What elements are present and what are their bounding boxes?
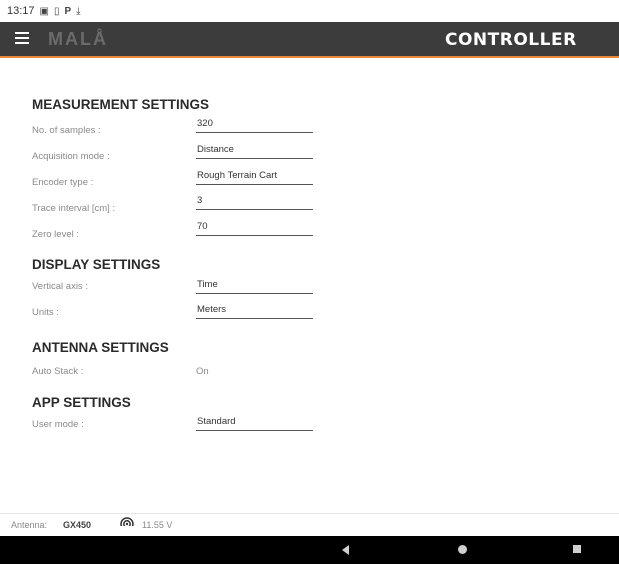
menu-icon[interactable] <box>15 32 29 45</box>
trace-interval-field[interactable]: 3 <box>196 194 313 210</box>
sim-icon: ▯ <box>53 5 60 17</box>
encoder-type-label: Encoder type : <box>32 177 94 188</box>
back-icon[interactable] <box>342 545 349 555</box>
app-bar: MALÅ CONTROLLER <box>0 22 619 58</box>
mala-logo: MALÅ <box>48 29 108 49</box>
auto-stack-label: Auto Stack : <box>32 366 84 377</box>
signal-icon <box>120 517 134 531</box>
units-label: Units : <box>32 307 59 318</box>
zero-level-label: Zero level : <box>32 229 79 240</box>
status-bar: 13:17 ▣ ▯ P ⤓ <box>0 0 619 22</box>
status-time: 13:17 <box>7 5 35 17</box>
samples-label: No. of samples : <box>32 125 101 136</box>
auto-stack-value: On <box>196 366 209 377</box>
recents-icon[interactable] <box>573 545 581 553</box>
user-mode-label: User mode : <box>32 419 84 430</box>
p-icon: P <box>64 5 72 17</box>
image-icon: ▣ <box>39 5 49 17</box>
app-settings-heading: APP SETTINGS <box>32 395 131 410</box>
display-settings-heading: DISPLAY SETTINGS <box>32 257 161 272</box>
encoder-type-select[interactable]: Rough Terrain Cart <box>196 169 313 185</box>
antenna-settings-heading: ANTENNA SETTINGS <box>32 340 169 355</box>
acquisition-mode-label: Acquisition mode : <box>32 151 110 162</box>
user-mode-select[interactable]: Standard <box>196 415 313 431</box>
page-title: CONTROLLER <box>445 30 577 50</box>
vertical-axis-select[interactable]: Time <box>196 278 313 294</box>
footer-status: Antenna: GX450 11.55 V <box>0 513 619 536</box>
units-select[interactable]: Meters <box>196 303 313 319</box>
acquisition-mode-select[interactable]: Distance <box>196 143 313 159</box>
download-icon: ⤓ <box>76 5 81 17</box>
vertical-axis-label: Vertical axis : <box>32 281 88 292</box>
battery-voltage: 11.55 V <box>142 520 173 530</box>
zero-level-field[interactable]: 70 <box>196 220 313 236</box>
antenna-value: GX450 <box>63 520 92 530</box>
trace-interval-label: Trace interval [cm] : <box>32 203 116 214</box>
antenna-label: Antenna: <box>11 520 48 530</box>
samples-field[interactable]: 320 <box>196 117 313 133</box>
measurement-settings-heading: MEASUREMENT SETTINGS <box>32 97 210 112</box>
navigation-bar <box>0 536 619 564</box>
home-icon[interactable] <box>458 545 467 554</box>
